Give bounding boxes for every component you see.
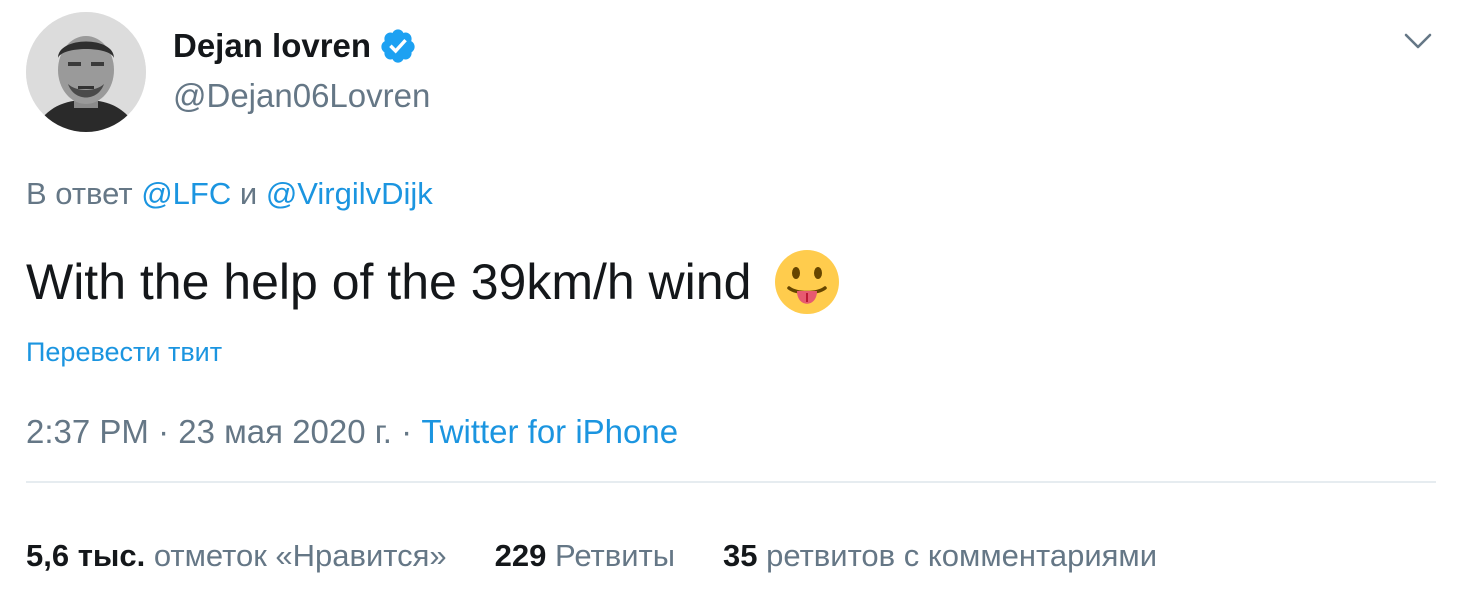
mention-virgilvdijk-link[interactable]: @VirgilvDijk [266, 176, 433, 211]
tweet-date[interactable]: 23 мая 2020 г. [178, 413, 392, 450]
meta-separator: · [401, 413, 413, 450]
likes-stat[interactable]: 5,6 тыс. отметок «Нравится» [26, 536, 447, 576]
tweet-stats: 5,6 тыс. отметок «Нравится» 229 Ретвиты … [26, 536, 1205, 576]
reply-context: В ответ @LFC и @VirgilvDijk [26, 174, 433, 214]
translate-tweet-link[interactable]: Перевести твит [26, 334, 222, 370]
author-display-name[interactable]: Dejan lovren [173, 26, 371, 66]
quotes-count: 35 [723, 538, 758, 573]
verified-badge-icon [379, 27, 417, 65]
tweet-time[interactable]: 2:37 PM [26, 413, 149, 450]
likes-label: отметок «Нравится» [153, 538, 447, 573]
retweets-count: 229 [494, 538, 547, 573]
reply-conjunction: и [239, 176, 258, 211]
tweet-source-link[interactable]: Twitter for iPhone [421, 413, 678, 450]
likes-count: 5,6 тыс. [26, 538, 146, 573]
quotes-label: ретвитов с комментариями [766, 538, 1158, 573]
avatar-photo [26, 12, 146, 132]
chevron-down-icon[interactable] [1400, 26, 1436, 56]
reply-prefix: В ответ [26, 176, 133, 211]
author-handle[interactable]: @Dejan06Lovren [173, 76, 430, 116]
avatar[interactable] [26, 12, 146, 132]
tweet-body: With the help of the 39km/h wind [26, 248, 841, 316]
meta-separator: · [158, 413, 170, 450]
tweet-meta: 2:37 PM · 23 мая 2020 г. · Twitter for i… [26, 412, 678, 452]
face-with-tongue-icon [773, 248, 841, 316]
mention-lfc-link[interactable]: @LFC [141, 176, 231, 211]
tweet-text: With the help of the 39km/h wind [26, 254, 752, 310]
author-name-row[interactable]: Dejan lovren [173, 26, 417, 66]
retweets-stat[interactable]: 229 Ретвиты [495, 536, 675, 576]
divider [26, 481, 1436, 483]
retweets-label: Ретвиты [555, 538, 676, 573]
quotes-stat[interactable]: 35 ретвитов с комментариями [723, 536, 1157, 576]
